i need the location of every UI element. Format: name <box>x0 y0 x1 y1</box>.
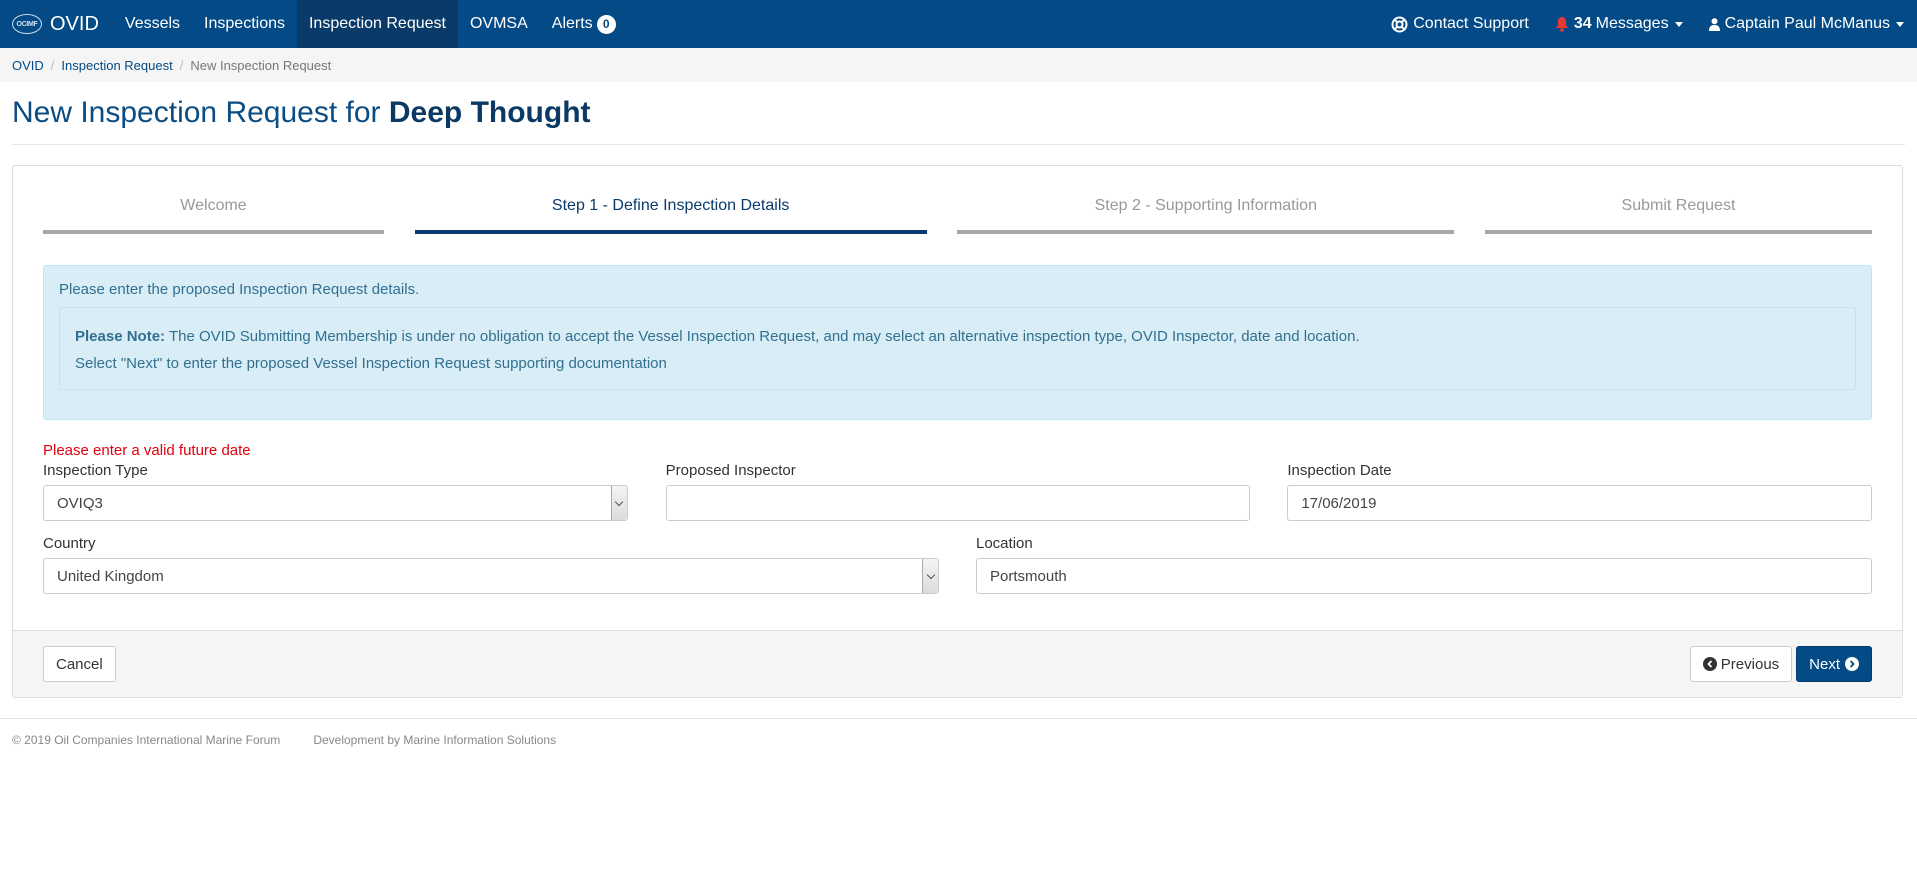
info-note: Please Note: The OVID Submitting Members… <box>75 323 1840 350</box>
proposed-inspector-input[interactable] <box>665 485 1251 521</box>
country-value: United Kingdom <box>57 567 164 585</box>
next-label: Next <box>1809 655 1840 673</box>
inspection-date-input[interactable]: 17/06/2019 <box>1287 485 1873 521</box>
credit-text: Development by Marine Information Soluti… <box>313 733 557 747</box>
inspection-type-value: OVIQ3 <box>57 494 103 512</box>
copyright-text: © 2019 Oil Companies International Marin… <box>12 733 281 747</box>
page-footer: © 2019 Oil Companies International Marin… <box>0 718 1917 761</box>
user-name: Captain Paul McManus <box>1724 15 1890 32</box>
wizard-steps: Welcome Step 1 - Define Inspection Detai… <box>43 182 1872 234</box>
brand-link[interactable]: OCIMF OVID <box>0 0 113 48</box>
info-next-hint: Select "Next" to enter the proposed Vess… <box>75 355 667 372</box>
user-menu[interactable]: Captain Paul McManus <box>1696 0 1917 48</box>
wizard-panel: Welcome Step 1 - Define Inspection Detai… <box>12 165 1903 698</box>
proposed-inspector-group: Proposed Inspector <box>665 462 1251 521</box>
page-header: New Inspection Request for Deep Thought <box>12 96 1905 145</box>
bell-icon <box>1555 16 1569 32</box>
nav-vessels[interactable]: Vessels <box>113 0 192 48</box>
step-supporting-information[interactable]: Step 2 - Supporting Information <box>957 182 1455 234</box>
location-value: Portsmouth <box>990 567 1067 585</box>
chevron-left-circle-icon <box>1702 657 1717 671</box>
inspection-type-label: Inspection Type <box>43 462 148 479</box>
chevron-right-circle-icon <box>1845 657 1859 671</box>
inspection-date-group: Inspection Date 17/06/2019 <box>1287 462 1873 521</box>
contact-support-link[interactable]: Contact Support <box>1378 0 1542 48</box>
country-select[interactable]: United Kingdom <box>43 558 939 594</box>
location-group: Location Portsmouth <box>976 535 1872 594</box>
navbar-right: Contact Support 34 Messages Captain Paul… <box>1378 0 1917 48</box>
info-note-well: Please Note: The OVID Submitting Members… <box>59 307 1856 390</box>
previous-button[interactable]: Previous <box>1689 646 1793 682</box>
contact-support-label: Contact Support <box>1413 15 1529 32</box>
breadcrumb-separator: / <box>179 57 184 73</box>
country-label: Country <box>43 535 96 552</box>
page-title-prefix: New Inspection Request for <box>12 96 381 129</box>
step-submit-request[interactable]: Submit Request <box>1484 182 1872 234</box>
chevron-down-icon[interactable] <box>922 559 938 593</box>
ocimf-logo-icon: OCIMF <box>12 14 42 34</box>
messages-count: 34 <box>1573 15 1592 32</box>
wizard-footer: Cancel Previous Next <box>13 630 1902 697</box>
breadcrumb-current: New Inspection Request <box>190 57 332 73</box>
vessel-name: Deep Thought <box>388 96 591 129</box>
chevron-down-icon[interactable] <box>610 486 627 520</box>
info-note-text: The OVID Submitting Membership is under … <box>165 328 1360 345</box>
nav-ovmsa-label: OVMSA <box>469 15 528 32</box>
messages-label: Messages <box>1595 15 1669 32</box>
info-note-label: Please Note: <box>75 328 166 345</box>
caret-down-icon <box>1674 21 1683 27</box>
form-row-1: Inspection Type OVIQ3 Proposed Inspector… <box>43 462 1873 521</box>
step-define-inspection-details[interactable]: Step 1 - Define Inspection Details <box>414 182 927 234</box>
nav-inspection-request-label: Inspection Request <box>308 15 446 32</box>
user-icon <box>1708 17 1720 31</box>
breadcrumb: OVID / Inspection Request / New Inspecti… <box>0 48 1917 82</box>
messages-dropdown[interactable]: 34 Messages <box>1542 0 1696 48</box>
caret-down-icon <box>1896 21 1904 27</box>
previous-label: Previous <box>1720 655 1780 673</box>
navbar-left: OCIMF OVID Vessels Inspections Inspectio… <box>0 0 628 48</box>
location-input[interactable]: Portsmouth <box>976 558 1872 594</box>
nav-alerts[interactable]: Alerts 0 <box>540 0 628 48</box>
wizard-nav-buttons: Previous Next <box>1689 646 1872 682</box>
nav-inspections-label: Inspections <box>204 15 285 32</box>
cancel-button[interactable]: Cancel <box>43 646 116 682</box>
location-label: Location <box>976 535 1033 552</box>
breadcrumb-inspection-request[interactable]: Inspection Request <box>61 58 172 73</box>
nav-vessels-label: Vessels <box>124 15 181 32</box>
nav-ovmsa[interactable]: OVMSA <box>458 0 540 48</box>
country-group: Country United Kingdom <box>43 535 939 594</box>
info-alert: Please enter the proposed Inspection Req… <box>43 265 1872 420</box>
form-row-2: Country United Kingdom Location Portsmou… <box>43 535 1872 594</box>
nav-inspection-request[interactable]: Inspection Request <box>296 0 458 48</box>
page-title: New Inspection Request for Deep Thought <box>12 96 1905 130</box>
wizard-body: Welcome Step 1 - Define Inspection Detai… <box>13 166 1902 630</box>
step-welcome[interactable]: Welcome <box>43 182 384 234</box>
nav-alerts-label: Alerts <box>551 15 593 32</box>
inspection-date-label: Inspection Date <box>1287 462 1392 479</box>
nav-inspections[interactable]: Inspections <box>192 0 297 48</box>
alerts-count-badge: 0 <box>596 14 616 34</box>
lifebuoy-icon <box>1391 16 1408 33</box>
inspection-type-select[interactable]: OVIQ3 <box>43 485 628 521</box>
cancel-label: Cancel <box>56 655 103 673</box>
top-navbar: OCIMF OVID Vessels Inspections Inspectio… <box>0 0 1917 48</box>
next-button[interactable]: Next <box>1796 646 1872 682</box>
proposed-inspector-label: Proposed Inspector <box>665 462 796 479</box>
inspection-type-group: Inspection Type OVIQ3 <box>43 462 628 521</box>
info-intro: Please enter the proposed Inspection Req… <box>59 281 420 298</box>
breadcrumb-ovid[interactable]: OVID <box>12 58 44 73</box>
brand-name: OVID <box>50 12 99 35</box>
inspection-date-value: 17/06/2019 <box>1301 494 1377 512</box>
date-error-message: Please enter a valid future date <box>43 442 251 459</box>
breadcrumb-separator: / <box>50 57 55 73</box>
